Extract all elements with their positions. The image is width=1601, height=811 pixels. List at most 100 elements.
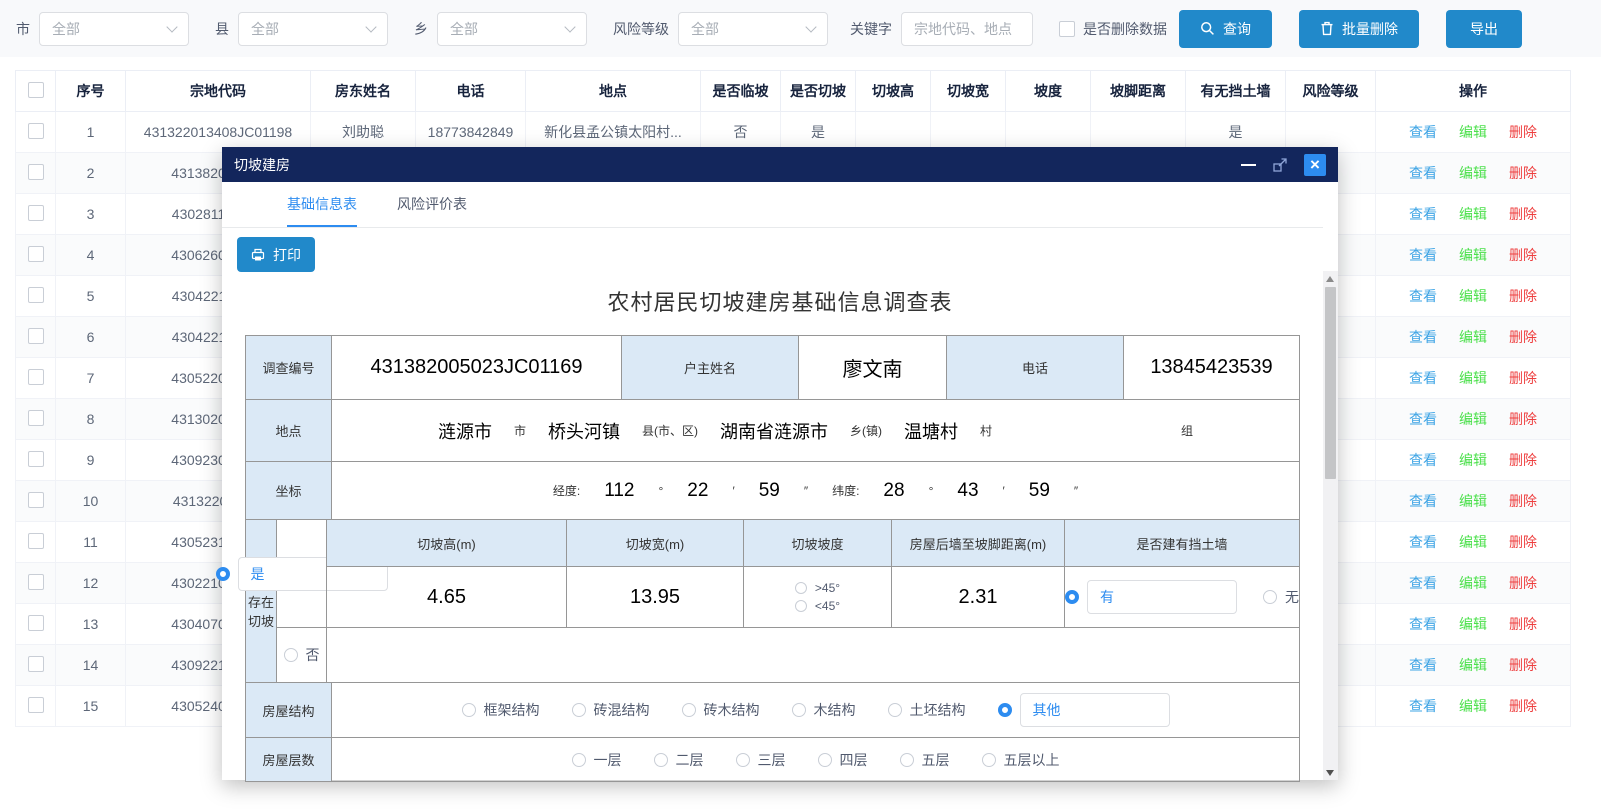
house-floors-option[interactable]: 二层 — [654, 750, 704, 770]
select-all-checkbox[interactable] — [28, 82, 44, 98]
edit-link[interactable]: 编辑 — [1459, 698, 1487, 714]
retaining-wall-option[interactable]: 有 — [1065, 580, 1237, 614]
view-link[interactable]: 查看 — [1409, 329, 1437, 345]
row-checkbox[interactable] — [28, 123, 44, 139]
row-checkbox[interactable] — [28, 533, 44, 549]
row-checkbox[interactable] — [28, 205, 44, 221]
view-link[interactable]: 查看 — [1409, 165, 1437, 181]
view-link[interactable]: 查看 — [1409, 411, 1437, 427]
row-checkbox[interactable] — [28, 246, 44, 262]
house-floors-option[interactable]: 五层以上 — [982, 750, 1060, 770]
edit-link[interactable]: 编辑 — [1459, 206, 1487, 222]
scroll-up-icon[interactable] — [1326, 276, 1334, 282]
edit-link[interactable]: 编辑 — [1459, 575, 1487, 591]
view-link[interactable]: 查看 — [1409, 247, 1437, 263]
delete-link[interactable]: 删除 — [1509, 370, 1537, 386]
row-checkbox[interactable] — [28, 287, 44, 303]
delete-link[interactable]: 删除 — [1509, 452, 1537, 468]
row-checkbox[interactable] — [28, 574, 44, 590]
row-checkbox[interactable] — [28, 615, 44, 631]
edit-link[interactable]: 编辑 — [1459, 329, 1487, 345]
batch-delete-button[interactable]: 批量删除 — [1299, 10, 1419, 48]
export-button[interactable]: 导出 — [1446, 10, 1522, 48]
delete-link[interactable]: 删除 — [1509, 329, 1537, 345]
edit-link[interactable]: 编辑 — [1459, 165, 1487, 181]
view-link[interactable]: 查看 — [1409, 534, 1437, 550]
slope-degree-option[interactable]: <45° — [795, 599, 840, 613]
modal-scrollbar[interactable] — [1323, 271, 1338, 780]
view-link[interactable]: 查看 — [1409, 124, 1437, 140]
delete-link[interactable]: 删除 — [1509, 657, 1537, 673]
close-icon[interactable]: × — [1304, 154, 1326, 176]
delete-link[interactable]: 删除 — [1509, 411, 1537, 427]
minimize-icon[interactable] — [1241, 164, 1256, 166]
scrollbar-thumb[interactable] — [1325, 287, 1336, 479]
print-button[interactable]: 打印 — [237, 237, 315, 272]
delete-link[interactable]: 删除 — [1509, 575, 1537, 591]
delete-link[interactable]: 删除 — [1509, 616, 1537, 632]
view-link[interactable]: 查看 — [1409, 370, 1437, 386]
filter-select-1[interactable]: 全部 — [238, 12, 388, 46]
row-checkbox[interactable] — [28, 328, 44, 344]
edit-link[interactable]: 编辑 — [1459, 452, 1487, 468]
house-structure-option[interactable]: 木结构 — [792, 700, 856, 720]
keyword-input[interactable] — [901, 12, 1033, 46]
edit-link[interactable]: 编辑 — [1459, 657, 1487, 673]
tab-basic-info[interactable]: 基础信息表 — [287, 182, 357, 227]
row-checkbox[interactable] — [28, 697, 44, 713]
house-structure-option[interactable]: 框架结构 — [462, 700, 540, 720]
delete-link[interactable]: 删除 — [1509, 124, 1537, 140]
row-checkbox[interactable] — [28, 656, 44, 672]
retaining-wall-option[interactable]: 无 — [1263, 587, 1299, 607]
view-link[interactable]: 查看 — [1409, 575, 1437, 591]
delete-link[interactable]: 删除 — [1509, 165, 1537, 181]
delete-link[interactable]: 删除 — [1509, 247, 1537, 263]
edit-link[interactable]: 编辑 — [1459, 247, 1487, 263]
filter-select-2[interactable]: 全部 — [437, 12, 587, 46]
house-structure-option[interactable]: 土坯结构 — [888, 700, 966, 720]
edit-link[interactable]: 编辑 — [1459, 411, 1487, 427]
delete-link[interactable]: 删除 — [1509, 288, 1537, 304]
column-header: 地点 — [526, 71, 701, 112]
view-link[interactable]: 查看 — [1409, 616, 1437, 632]
house-floors-option[interactable]: 一层 — [572, 750, 622, 770]
view-link[interactable]: 查看 — [1409, 657, 1437, 673]
edit-link[interactable]: 编辑 — [1459, 493, 1487, 509]
delete-link[interactable]: 删除 — [1509, 206, 1537, 222]
radio-label: 否 — [306, 645, 320, 665]
edit-link[interactable]: 编辑 — [1459, 124, 1487, 140]
edit-link[interactable]: 编辑 — [1459, 534, 1487, 550]
house-structure-option[interactable]: 砖混结构 — [572, 700, 650, 720]
slope-degree-option[interactable]: >45° — [795, 581, 840, 595]
tab-risk-evaluation[interactable]: 风险评价表 — [397, 182, 467, 227]
filter-select-0[interactable]: 全部 — [39, 12, 189, 46]
scroll-down-icon[interactable] — [1326, 770, 1334, 776]
row-checkbox[interactable] — [28, 410, 44, 426]
edit-link[interactable]: 编辑 — [1459, 616, 1487, 632]
row-checkbox[interactable] — [28, 492, 44, 508]
house-floors-option[interactable]: 四层 — [818, 750, 868, 770]
delete-link[interactable]: 删除 — [1509, 534, 1537, 550]
query-button[interactable]: 查询 — [1179, 10, 1272, 48]
house-floors-option[interactable]: 三层 — [736, 750, 786, 770]
view-link[interactable]: 查看 — [1409, 452, 1437, 468]
edit-link[interactable]: 编辑 — [1459, 288, 1487, 304]
house-structure-option[interactable]: 砖木结构 — [682, 700, 760, 720]
deleted-data-checkbox[interactable] — [1059, 21, 1075, 37]
dialog-titlebar[interactable]: 切坡建房 × — [222, 147, 1338, 182]
edit-link[interactable]: 编辑 — [1459, 370, 1487, 386]
filter-select-3[interactable]: 全部 — [678, 12, 828, 46]
delete-link[interactable]: 删除 — [1509, 698, 1537, 714]
view-link[interactable]: 查看 — [1409, 288, 1437, 304]
row-checkbox[interactable] — [28, 451, 44, 467]
row-checkbox[interactable] — [28, 164, 44, 180]
house-structure-option[interactable]: 其他 — [998, 693, 1170, 727]
view-link[interactable]: 查看 — [1409, 206, 1437, 222]
house-floors-option[interactable]: 五层 — [900, 750, 950, 770]
view-link[interactable]: 查看 — [1409, 493, 1437, 509]
has-cut-slope-no-option[interactable]: 否 — [284, 645, 320, 665]
maximize-icon[interactable] — [1272, 157, 1288, 173]
row-checkbox[interactable] — [28, 369, 44, 385]
view-link[interactable]: 查看 — [1409, 698, 1437, 714]
delete-link[interactable]: 删除 — [1509, 493, 1537, 509]
